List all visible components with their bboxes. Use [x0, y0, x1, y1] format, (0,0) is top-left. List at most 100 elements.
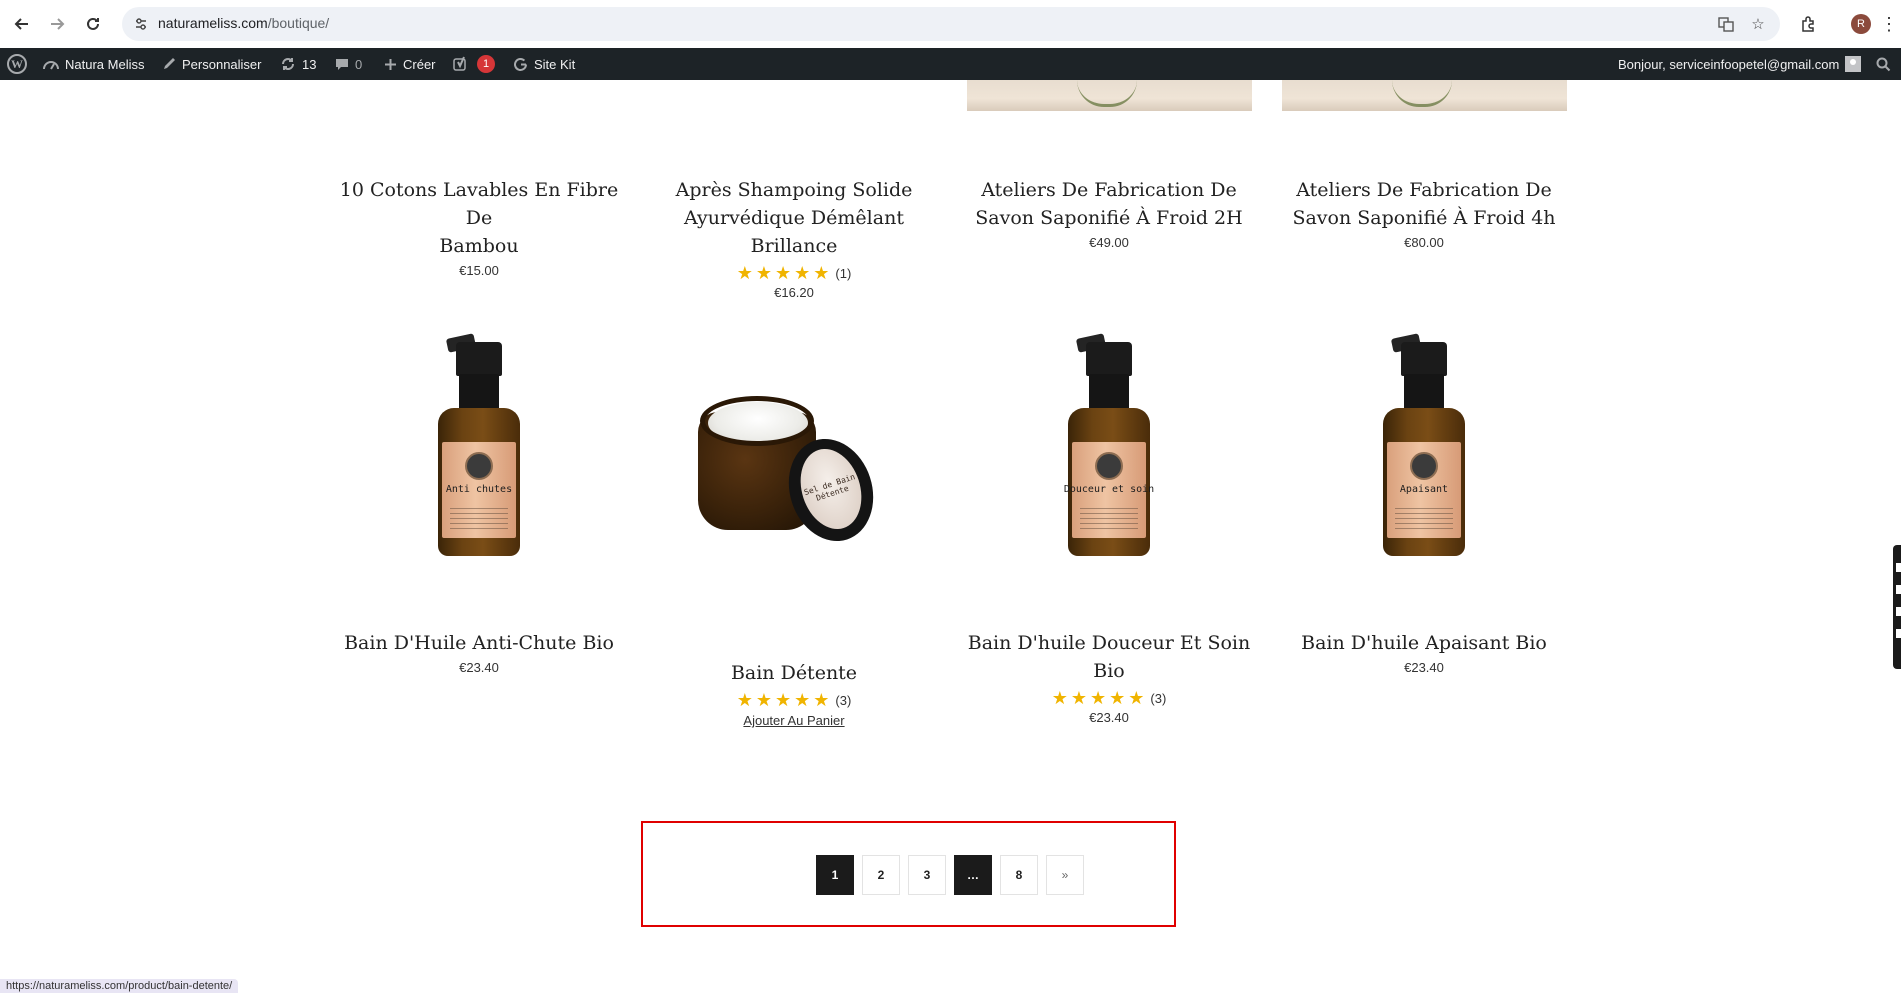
product-image-apaisant[interactable]: Apaisant — [1294, 333, 1554, 592]
customize-link[interactable]: Personnaliser — [162, 48, 262, 80]
bottle-label-text: Anti chutes — [445, 484, 513, 495]
product-title-line: 10 Cotons Lavables En Fibre De — [339, 179, 619, 229]
bottle-label-text: Apaisant — [1399, 484, 1449, 495]
site-kit-menu[interactable]: Site Kit — [513, 48, 575, 80]
page-3-button[interactable]: 3 — [908, 855, 946, 895]
star-rating: ★ ★ ★ ★ ★ (1) — [639, 264, 949, 282]
star-icon: ★ — [813, 263, 830, 283]
forward-button[interactable] — [45, 12, 69, 36]
admin-search[interactable] — [1876, 48, 1891, 80]
product-title-line: Savon Saponifié À Froid 2H — [975, 207, 1243, 229]
dashboard-icon — [43, 57, 59, 71]
product-price: €23.40 — [1089, 710, 1129, 725]
star-icon: ★ — [736, 690, 753, 710]
product-card: Après Shampoing Solide Ayurvédique Démêl… — [639, 176, 949, 300]
wordpress-logo-icon: W — [7, 54, 27, 74]
wp-logo-menu[interactable]: W — [7, 48, 27, 80]
account-menu[interactable]: Bonjour, serviceinfoopetel@gmail.com — [1618, 48, 1862, 80]
updates-icon — [280, 56, 296, 72]
user-avatar-icon — [1845, 56, 1862, 72]
site-info-icon[interactable] — [132, 15, 150, 33]
yoast-seo-menu[interactable]: 1 — [453, 48, 495, 80]
salt-jar-image: Sel de Bain Détente — [698, 382, 887, 562]
rating-count: (1) — [835, 265, 852, 281]
product-image-douceur-soin[interactable]: Douceur et soin — [979, 333, 1239, 592]
updates-link[interactable]: 13 — [280, 48, 316, 80]
floating-side-widget[interactable] — [1893, 545, 1901, 669]
arrow-right-icon — [51, 18, 65, 30]
star-rating: ★ ★ ★ ★ ★ (3) — [644, 691, 944, 709]
plus-icon — [384, 58, 397, 71]
star-icon: ★ — [1128, 688, 1145, 708]
site-name-label: Natura Meliss — [65, 56, 145, 72]
star-icon: ★ — [755, 690, 772, 710]
product-price: €15.00 — [459, 263, 499, 278]
profile-avatar[interactable]: R — [1851, 14, 1871, 34]
product-title-line: Ayurvédique Démêlant Brillance — [684, 207, 904, 257]
product-title-line: Bain D'huile Douceur Et Soin — [967, 632, 1251, 654]
product-title[interactable]: Ateliers De Fabrication De Savon Saponif… — [1274, 176, 1574, 232]
address-bar[interactable]: naturameliss.com/boutique/ ☆ — [122, 7, 1780, 41]
star-icon: ★ — [755, 263, 772, 283]
reload-button[interactable] — [81, 12, 105, 36]
product-card: 10 Cotons Lavables En Fibre De Bambou €1… — [329, 176, 629, 278]
product-title[interactable]: Bain D'huile Apaisant Bio — [1274, 629, 1574, 657]
product-card: Bain D'huile Apaisant Bio €23.40 — [1274, 629, 1574, 675]
product-title-line: Ateliers De Fabrication De — [981, 179, 1237, 201]
product-price: €16.20 — [774, 285, 814, 300]
star-icon: ★ — [1089, 688, 1107, 708]
star-rating: ★ ★ ★ ★ ★ (3) — [959, 689, 1259, 707]
updates-count: 13 — [302, 56, 317, 72]
product-image-atelier-4h[interactable] — [1282, 80, 1567, 111]
product-price: €23.40 — [459, 660, 499, 675]
paintbrush-icon — [162, 57, 176, 71]
product-image-anti-chute[interactable]: Anti chutes — [349, 333, 609, 592]
page-2-button[interactable]: 2 — [862, 855, 900, 895]
star-icon: ★ — [1109, 688, 1126, 708]
bottle-label-text: Douceur et soin — [1063, 484, 1155, 495]
greeting-text: Bonjour, serviceinfoopetel@gmail.com — [1618, 56, 1840, 72]
page-ellipsis[interactable]: … — [954, 855, 992, 895]
product-price: €49.00 — [1089, 235, 1129, 250]
site-name-menu[interactable]: Natura Meliss — [43, 48, 144, 80]
product-title[interactable]: Ateliers De Fabrication De Savon Saponif… — [959, 176, 1259, 232]
url-text: naturameliss.com/boutique/ — [158, 15, 329, 31]
url-path: /boutique/ — [267, 15, 330, 31]
page-1-button[interactable]: 1 — [816, 855, 854, 895]
product-card: Bain D'huile Douceur Et Soin Bio ★ ★ ★ ★… — [959, 629, 1259, 725]
product-image-bain-detente[interactable]: Sel de Bain Détente — [663, 342, 923, 592]
browser-toolbar: naturameliss.com/boutique/ ☆ R ⋮ — [0, 0, 1901, 49]
comments-link[interactable]: 0 — [335, 48, 362, 80]
product-title[interactable]: Après Shampoing Solide Ayurvédique Démêl… — [639, 176, 949, 260]
menu-kebab-icon[interactable]: ⋮ — [1880, 13, 1898, 35]
translate-icon[interactable] — [1716, 14, 1736, 34]
bookmark-star-icon[interactable]: ☆ — [1748, 14, 1768, 34]
product-title[interactable]: Bain Détente — [644, 659, 944, 687]
star-icon: ★ — [794, 690, 811, 710]
product-title-line: Bio — [1093, 660, 1125, 682]
site-kit-label: Site Kit — [534, 56, 576, 72]
wp-admin-bar: W Natura Meliss Personnaliser 13 0 Créer — [0, 48, 1901, 80]
search-icon — [1876, 57, 1891, 72]
status-bar-url: https://naturameliss.com/product/bain-de… — [0, 979, 239, 993]
star-icon: ★ — [1051, 688, 1068, 708]
extensions-icon[interactable] — [1797, 13, 1819, 35]
star-icon: ★ — [774, 263, 792, 283]
add-to-cart-button[interactable]: Ajouter Au Panier — [743, 713, 844, 728]
product-card: Bain Détente ★ ★ ★ ★ ★ (3) Ajouter Au Pa… — [644, 659, 944, 730]
star-icon: ★ — [774, 690, 792, 710]
oil-bottle-image: Douceur et soin — [1059, 333, 1159, 592]
star-icon: ★ — [1070, 688, 1087, 708]
product-price: €80.00 — [1404, 235, 1444, 250]
product-image-atelier-2h[interactable] — [967, 80, 1252, 111]
product-title[interactable]: Bain D'Huile Anti-Chute Bio — [329, 629, 629, 657]
yoast-icon — [453, 56, 471, 72]
page-8-button[interactable]: 8 — [1000, 855, 1038, 895]
url-host: naturameliss.com — [158, 15, 268, 31]
next-page-button[interactable]: » — [1046, 855, 1084, 895]
new-content-menu[interactable]: Créer — [384, 48, 436, 80]
product-title-line: Savon Saponifié À Froid 4h — [1292, 207, 1556, 229]
back-button[interactable] — [10, 12, 34, 36]
product-title[interactable]: Bain D'huile Douceur Et Soin Bio — [959, 629, 1259, 685]
product-title[interactable]: 10 Cotons Lavables En Fibre De Bambou — [329, 176, 629, 260]
